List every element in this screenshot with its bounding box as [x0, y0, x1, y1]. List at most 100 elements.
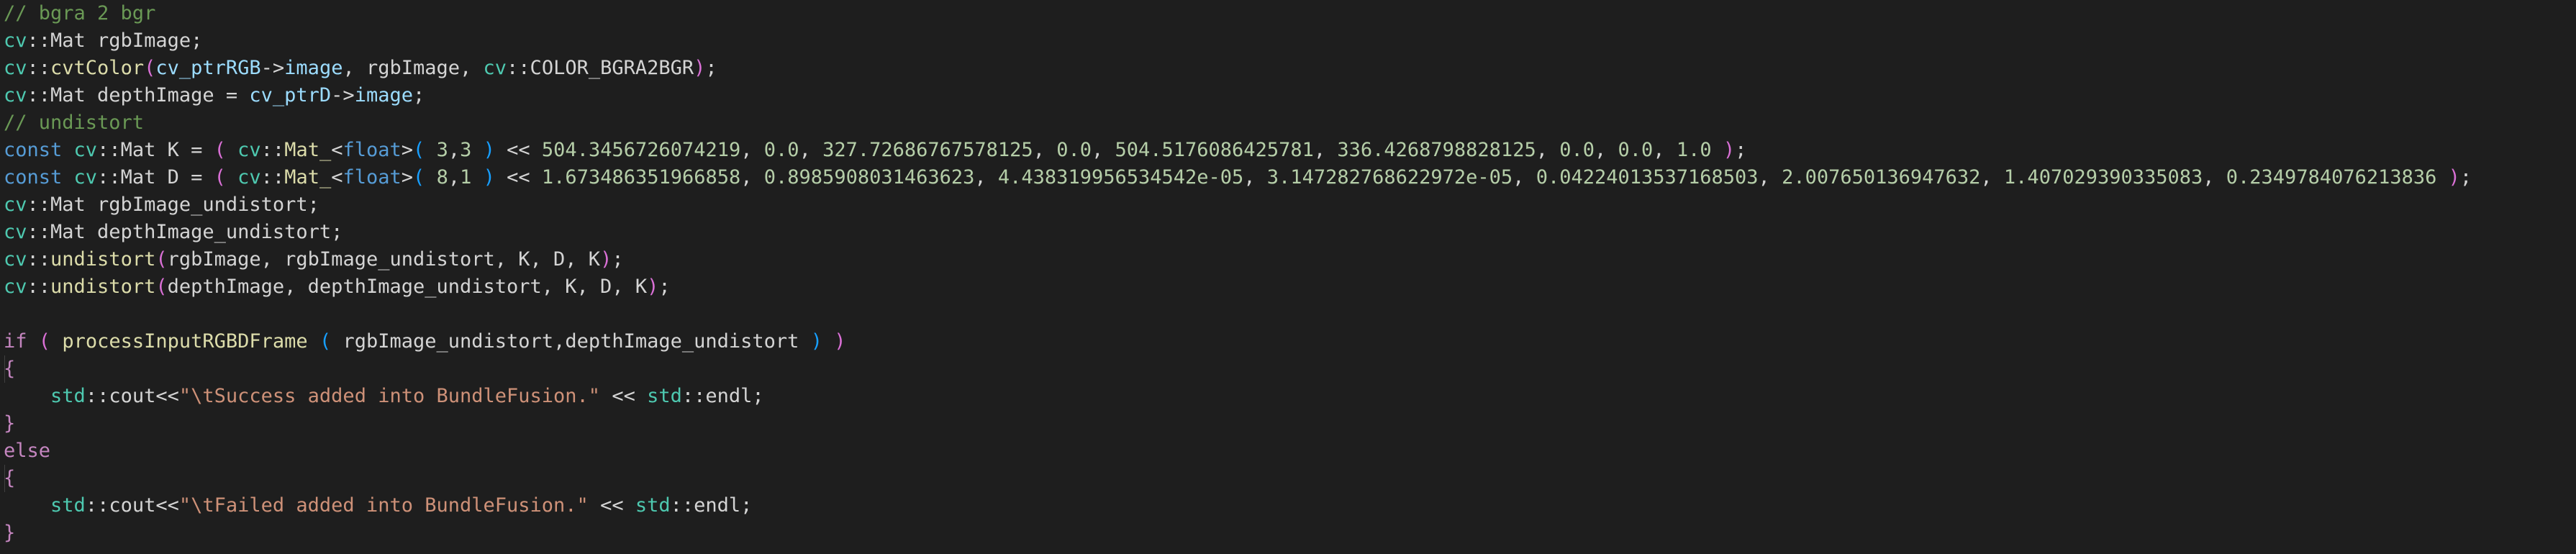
code-token-plain: , [1536, 139, 1560, 161]
code-token-plain: << [494, 166, 542, 189]
code-token-keyword: float [343, 139, 402, 161]
code-token-plain: , [1758, 166, 1782, 189]
code-token-plain: ::Mat rgbImage_undistort; [27, 194, 319, 216]
code-line[interactable]: // undistort [0, 109, 2576, 137]
indent-guide [4, 465, 5, 492]
code-token-plain: ; [658, 276, 671, 298]
code-token-ns: cv [4, 194, 27, 216]
code-line[interactable]: cv::Mat depthImage = cv_ptrD->image; [0, 82, 2576, 109]
code-token-plain: :: [260, 139, 285, 161]
code-line[interactable]: } [0, 519, 2576, 547]
code-token-number: 0.0 [763, 139, 799, 161]
code-line[interactable]: cv::undistort(rgbImage, rgbImage_undisto… [0, 246, 2576, 273]
code-token-number: 1 [460, 166, 472, 189]
code-line[interactable]: const cv::Mat D = ( cv::Mat_<float>( 8,1… [0, 164, 2576, 191]
code-token-plain: depthImage, depthImage_undistort, K, D, … [167, 276, 648, 298]
code-line[interactable]: cv::Mat rgbImage_undistort; [0, 191, 2576, 219]
code-token-paren1: ( [214, 166, 226, 189]
code-token-func: undistort [50, 248, 156, 271]
code-line[interactable]: { [0, 355, 2576, 383]
code-token-plain: << [588, 494, 635, 517]
code-token-number: 0.0 [1559, 139, 1595, 161]
code-token-brace: } [4, 522, 16, 544]
code-token-number: 0.2349784076213836 [2226, 166, 2437, 189]
code-token-ns: cv [4, 221, 27, 243]
indent-guide [4, 355, 5, 383]
code-token-paren1: ( [155, 276, 168, 298]
code-token-paren1: ) [834, 330, 846, 353]
code-token-paren1: ( [214, 139, 226, 161]
code-token-comment: // bgra 2 bgr [4, 2, 156, 24]
code-token-number: 1.407029390335083 [2003, 166, 2203, 189]
code-token-ns: cv [4, 248, 27, 271]
code-token-plain: -> [331, 84, 355, 106]
code-line[interactable]: if ( processInputRGBDFrame ( rgbImage_un… [0, 328, 2576, 355]
code-token-plain: ; [1735, 139, 1747, 161]
code-token-plain: rgbImage, rgbImage_undistort, K, D, K [167, 248, 601, 271]
code-token-plain: ::Mat depthImage_undistort; [27, 221, 343, 243]
code-token-number: 8 [436, 166, 448, 189]
code-token-paren1: ) [1723, 139, 1736, 161]
code-token-paren2: ) [483, 166, 495, 189]
code-token-ns: cv [4, 276, 27, 298]
code-token-plain: , [448, 139, 461, 161]
code-token-ns: std [635, 494, 671, 517]
code-token-number: 327.72686767578125 [822, 139, 1033, 161]
code-token-plain: ::cout<< [85, 385, 179, 407]
code-token-plain: ::endl; [670, 494, 753, 517]
code-line[interactable]: std::cout<<"\tSuccess added into BundleF… [0, 383, 2576, 410]
code-token-number: 336.4268798828125 [1337, 139, 1536, 161]
code-line[interactable]: std::cout<<"\tFailed added into BundleFu… [0, 492, 2576, 519]
code-token-paren2: ( [413, 166, 425, 189]
code-token-ns: std [647, 385, 682, 407]
code-token-plain: , [1980, 166, 2004, 189]
code-area[interactable]: // bgra 2 bgr cv::Mat rgbImage; cv::cvtCol… [0, 0, 2576, 547]
code-token-keyword: const [4, 166, 63, 189]
code-token-control: else [4, 440, 51, 462]
code-token-plain: -> [260, 57, 285, 79]
code-token-plain: , [1653, 139, 1677, 161]
code-line[interactable]: cv::Mat depthImage_undistort; [0, 219, 2576, 246]
code-token-plain: ; [2459, 166, 2472, 189]
code-token-number: 3.147282768622972e-05 [1266, 166, 1513, 189]
code-token-func: undistort [50, 276, 156, 298]
code-token-comment: // undistort [4, 112, 145, 134]
code-token-plain: ; [412, 84, 425, 106]
code-token-number: 3 [436, 139, 448, 161]
code-token-plain: << [600, 385, 648, 407]
code-token-ns: cv [4, 29, 27, 52]
code-line[interactable]: cv::undistort(depthImage, depthImage_und… [0, 273, 2576, 301]
code-token-number: 2.007650136947632 [1782, 166, 1981, 189]
code-line[interactable]: } [0, 410, 2576, 437]
code-token-paren2: ( [319, 330, 332, 353]
code-token-func: cvtColor [50, 57, 145, 79]
code-editor[interactable]: // bgra 2 bgr cv::Mat rgbImage; cv::cvtCol… [0, 0, 2576, 554]
code-line[interactable]: else [0, 437, 2576, 465]
code-line[interactable]: cv::Mat rgbImage; [0, 27, 2576, 55]
code-token-number: 504.3456726074219 [541, 139, 741, 161]
code-token-ns: cv [4, 84, 27, 106]
code-token-plain: , [974, 166, 998, 189]
code-token-number: 504.5176086425781 [1115, 139, 1314, 161]
code-token-brace: } [4, 412, 16, 435]
code-token-plain: , [1091, 139, 1115, 161]
code-token-number: 0.0 [1618, 139, 1654, 161]
code-token-plain: ::Mat D = [97, 166, 214, 189]
code-line[interactable] [0, 301, 2576, 328]
code-line[interactable]: const cv::Mat K = ( cv::Mat_<float>( 3,3… [0, 137, 2576, 164]
code-line[interactable]: { [0, 465, 2576, 492]
code-token-ns: cv [237, 166, 261, 189]
code-token-plain: ; [705, 57, 717, 79]
code-line[interactable]: cv::cvtColor(cv_ptrRGB->image, rgbImage,… [0, 55, 2576, 82]
code-token-func: processInputRGBDFrame [62, 330, 308, 353]
code-token-ident: image [284, 57, 343, 79]
code-token-number: 3 [460, 139, 472, 161]
code-line[interactable]: // bgra 2 bgr [0, 0, 2576, 27]
code-token-plain: , [1513, 166, 1536, 189]
